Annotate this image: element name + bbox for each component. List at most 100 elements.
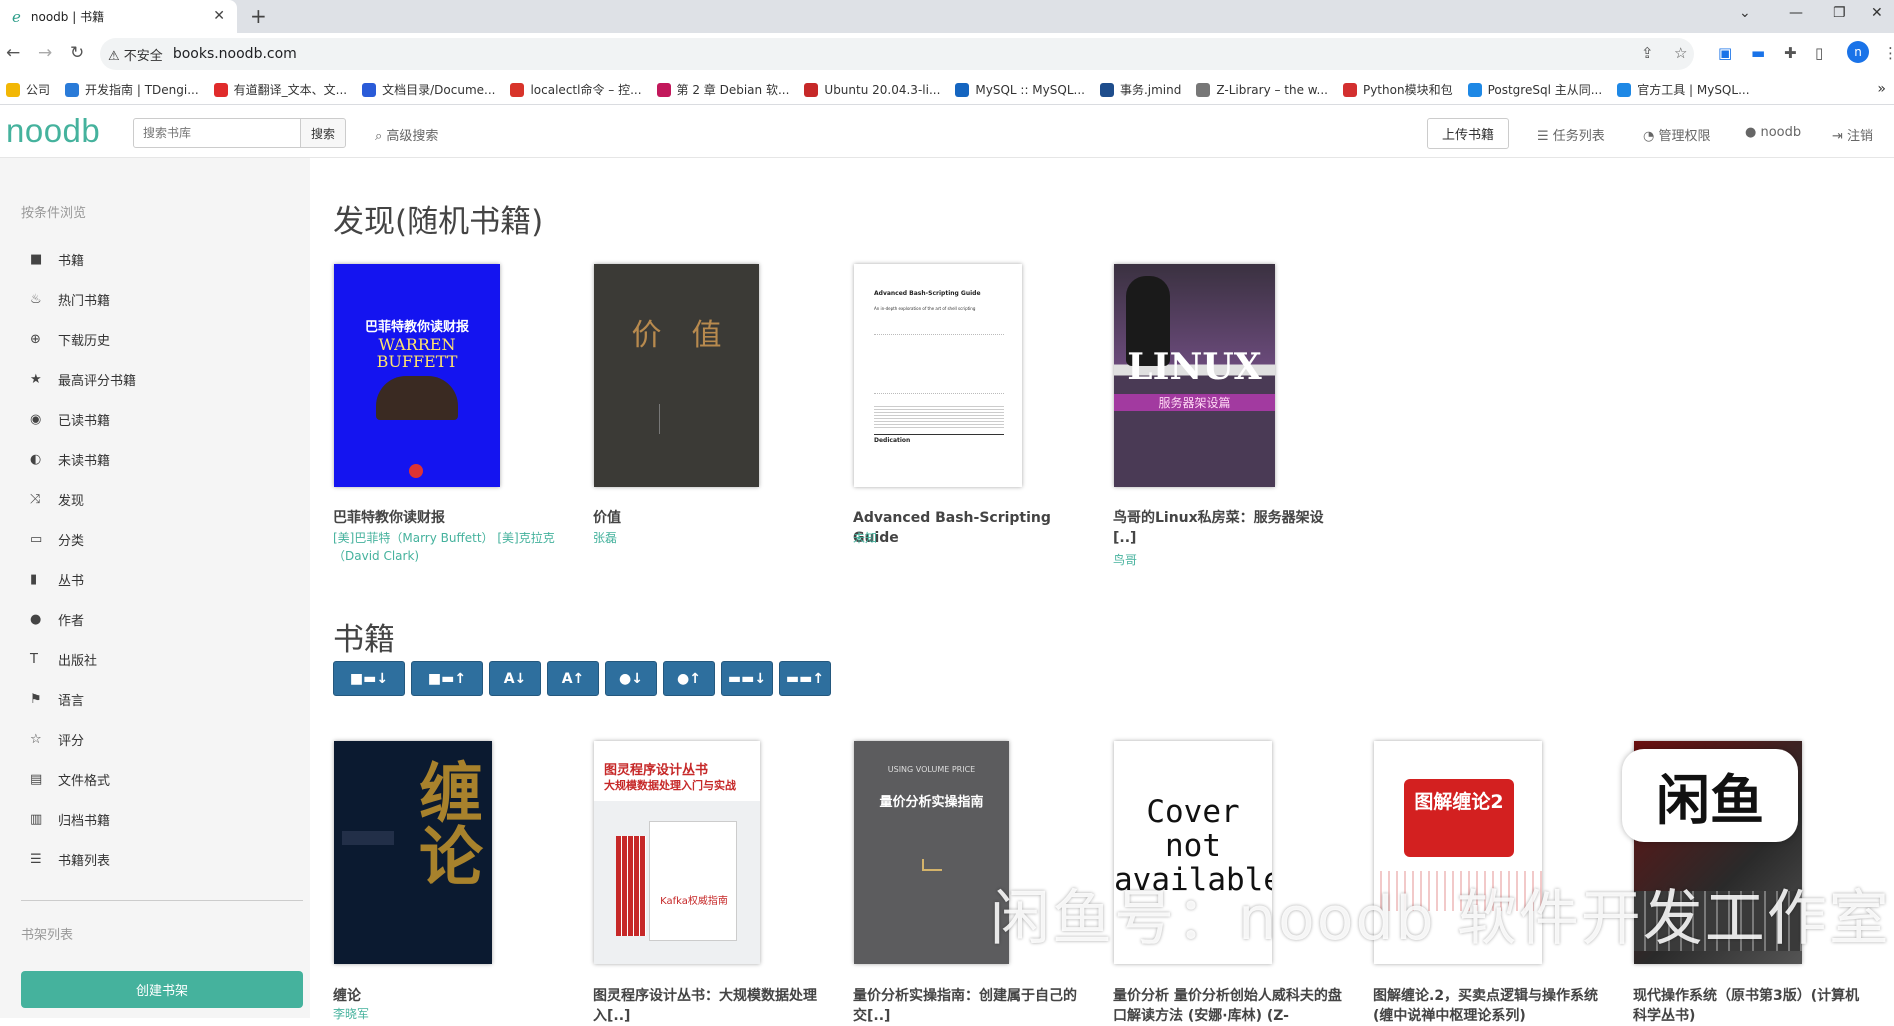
puzzle-icon[interactable]: ✚ (1784, 44, 1797, 62)
maximize-icon[interactable]: ❐ (1833, 5, 1846, 21)
brand-logo[interactable]: noodb (6, 112, 100, 150)
sidebar-item[interactable]: ◐ 未读书籍 (30, 448, 110, 470)
translate-extension-icon[interactable]: ▣ (1718, 44, 1732, 62)
book-author[interactable]: [美]巴菲特（Marry Buffett） [美]克拉克（David Clark… (333, 529, 558, 565)
sidebar-item[interactable]: ♨ 热门书籍 (30, 288, 110, 310)
book-title[interactable]: 图灵程序设计丛书：大规模数据处理入[..] (593, 986, 823, 1026)
bookmark-item[interactable]: localectl命令 – 控... (510, 81, 642, 98)
book-author[interactable]: 李晓军 (333, 1005, 558, 1023)
sort-button[interactable]: ▬▬↓ (721, 661, 773, 696)
bookmark-item[interactable]: MySQL :: MySQL... (955, 82, 1085, 97)
sidebar-item[interactable]: ⤨ 发现 (30, 488, 84, 510)
logout-link[interactable]: ⇥ 注销 (1832, 125, 1873, 144)
sort-button[interactable]: ■▬↑ (411, 661, 483, 696)
book-title[interactable]: 图解缠论.2，买卖点逻辑与操作系统 (缠中说禅中枢理论系列) (1373, 986, 1603, 1026)
new-tab-button[interactable]: + (250, 4, 267, 28)
book-title[interactable]: 现代操作系统（原书第3版）(计算机科学丛书) (1633, 986, 1863, 1026)
book-title[interactable]: 鸟哥的Linux私房菜：服务器架设[..] (1113, 508, 1343, 548)
bookmark-item[interactable]: 事务.jmind (1099, 81, 1181, 98)
bookmark-star-icon[interactable]: ☆ (1674, 44, 1687, 62)
sidebar-item[interactable]: ▤ 文件格式 (30, 768, 110, 790)
sort-button[interactable]: ●↑ (663, 661, 715, 696)
bookmark-item[interactable]: Z-Library – the w... (1196, 82, 1328, 97)
user-link[interactable]: ● noodb (1745, 125, 1801, 140)
sidebar-item[interactable]: ⊕ 下载历史 (30, 328, 110, 350)
back-icon[interactable]: ← (6, 43, 20, 63)
sidebar-item[interactable]: ▮ 丛书 (30, 568, 84, 590)
sort-button[interactable]: A↑ (547, 661, 599, 696)
sort-button[interactable]: A↓ (489, 661, 541, 696)
profile-avatar[interactable]: n (1847, 41, 1869, 63)
bookmark-item[interactable]: 有道翻译_文本、文... (213, 81, 347, 98)
book-title[interactable]: 量价分析 量价分析创始人威科夫的盘口解读方法 (安娜·库林) (Z- (1113, 986, 1343, 1026)
book-cover[interactable]: Advanced Bash-Scripting Guide An in-dept… (854, 264, 1022, 487)
tab-search-icon[interactable]: ⌄ (1739, 5, 1751, 21)
admin-link[interactable]: ◔ 管理权限 (1643, 125, 1711, 144)
bookmark-item[interactable]: 开发指南 | TDengi... (65, 81, 199, 98)
sidebar-item[interactable]: ◉ 已读书籍 (30, 408, 110, 430)
book-author[interactable]: 鸟哥 (1113, 551, 1338, 569)
sort-button[interactable]: ■▬↓ (333, 661, 405, 696)
side-panel-icon[interactable]: ▯ (1815, 44, 1823, 62)
search-input[interactable] (133, 118, 301, 148)
window-close-icon[interactable]: ✕ (1871, 5, 1883, 21)
sidebar-item[interactable]: ⚑ 语言 (30, 688, 84, 710)
sidebar-item-label: 归档书籍 (58, 813, 111, 829)
book-cover[interactable]: 缠论 (334, 741, 492, 964)
cover-portrait (376, 376, 458, 420)
book-cover[interactable]: 图灵程序设计丛书 大规模数据处理入门与实战 Kafka权威指南 (594, 741, 760, 964)
menu-kebab-icon[interactable]: ⋮ (1883, 44, 1894, 62)
browser-tab[interactable]: e noodb | 书籍 ✕ (0, 0, 237, 33)
cover-table (874, 334, 1004, 394)
sidebar-item[interactable]: ☆ 评分 (30, 728, 84, 750)
book-title[interactable]: 量价分析实操指南：创建属于自己的交[..] (853, 986, 1083, 1026)
search-button[interactable]: 搜索 (300, 118, 346, 148)
sort-button[interactable]: ▬▬↑ (779, 661, 831, 696)
book-cover[interactable]: 价 值 (594, 264, 759, 487)
sidebar-item[interactable]: ▭ 分类 (30, 528, 84, 550)
address-input[interactable]: ⚠ 不安全 books.noodb.com (100, 38, 1694, 70)
book-cover[interactable]: LINUX 服务器架设篇 (1114, 264, 1275, 487)
upload-button[interactable]: 上传书籍 (1427, 118, 1509, 149)
cover-en-text: USING VOLUME PRICE (887, 765, 976, 774)
create-shelf-button[interactable]: 创建书架 (21, 971, 303, 1008)
book-title[interactable]: 巴菲特教你读财报 (333, 508, 563, 528)
extension-icon[interactable]: ▬ (1751, 44, 1765, 62)
advanced-search-link[interactable]: ⌕ 高级搜索 (375, 125, 438, 144)
forward-icon[interactable]: → (38, 43, 52, 63)
bookmark-label: Ubuntu 20.04.3-li... (824, 82, 941, 97)
book-cover[interactable]: USING VOLUME PRICE 量价分析实操指南 (854, 741, 1009, 964)
bookmark-item[interactable]: 公司 (6, 81, 50, 98)
sidebar-item[interactable]: ● 作者 (30, 608, 84, 630)
sort-button[interactable]: ●↓ (605, 661, 657, 696)
share-icon[interactable]: ⇪ (1641, 44, 1654, 62)
search-icon: ⌕ (375, 129, 383, 144)
book-cover[interactable]: 巴菲特教你读财报 WARREN BUFFETT (334, 264, 500, 487)
minimize-icon[interactable]: — (1789, 5, 1803, 21)
sidebar-item[interactable]: ☰ 书籍列表 (30, 848, 110, 870)
bookmark-item[interactable]: PostgreSql 主从同... (1467, 81, 1602, 98)
tasks-link[interactable]: ☰ 任务列表 (1537, 125, 1605, 144)
tab-close-icon[interactable]: ✕ (213, 8, 225, 24)
bookmark-label: 公司 (26, 83, 51, 97)
star-icon: ★ (30, 371, 42, 387)
not-secure-icon[interactable]: ⚠ 不安全 (108, 45, 163, 64)
sidebar-item[interactable]: ★ 最高评分书籍 (30, 368, 136, 390)
book-title[interactable]: 价值 (593, 508, 823, 528)
bookmark-item[interactable]: 官方工具 | MySQL... (1617, 81, 1750, 98)
reload-icon[interactable]: ↻ (70, 43, 84, 63)
advanced-search-label: 高级搜索 (386, 129, 439, 144)
sidebar-item[interactable]: ▥ 归档书籍 (30, 808, 110, 830)
sidebar-item[interactable]: T 出版社 (30, 648, 97, 670)
bookmark-item[interactable]: 文档目录/Docume... (362, 81, 495, 98)
sidebar-item[interactable]: ■ 书籍 (30, 248, 84, 270)
book-author[interactable]: 未知 (853, 529, 1078, 547)
bookmark-item[interactable]: Ubuntu 20.04.3-li... (804, 82, 941, 97)
bookmarks-overflow-icon[interactable]: » (1877, 81, 1886, 97)
bookmark-item[interactable]: Python模块和包 (1342, 81, 1453, 98)
book-author[interactable]: 张磊 (593, 529, 818, 547)
book-title[interactable]: 缠论 (333, 986, 563, 1006)
bookmark-item[interactable]: 第 2 章 Debian 软... (656, 81, 789, 98)
user-icon: ● (1745, 125, 1757, 140)
eye-icon: ◉ (30, 411, 42, 427)
